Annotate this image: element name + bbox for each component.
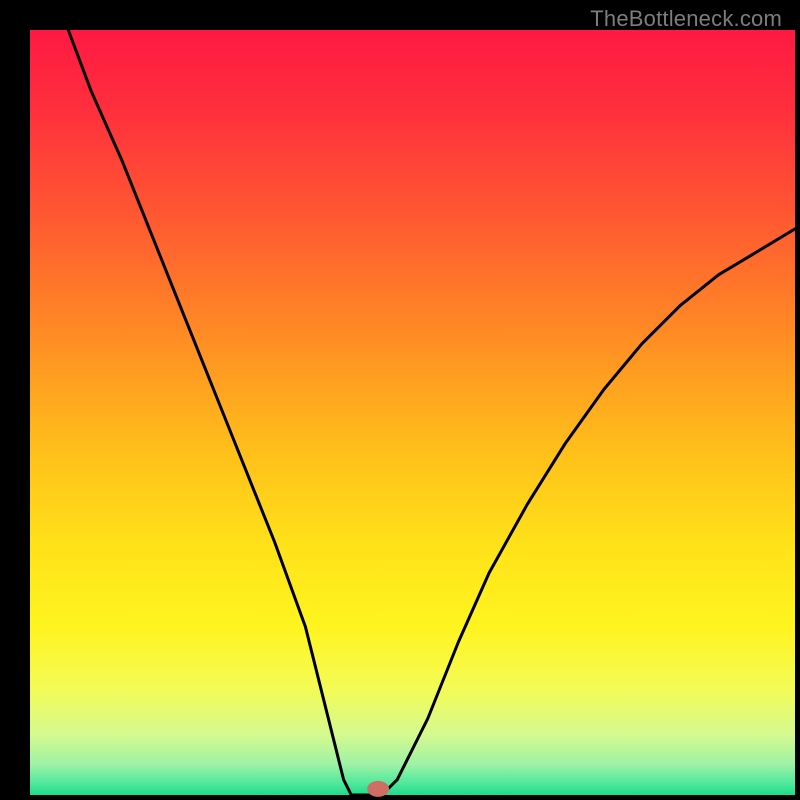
bottleneck-chart — [0, 0, 800, 800]
chart-frame: TheBottleneck.com — [0, 0, 800, 800]
optimal-point-marker — [367, 781, 389, 797]
plot-background — [30, 30, 795, 795]
watermark-text: TheBottleneck.com — [590, 6, 782, 32]
